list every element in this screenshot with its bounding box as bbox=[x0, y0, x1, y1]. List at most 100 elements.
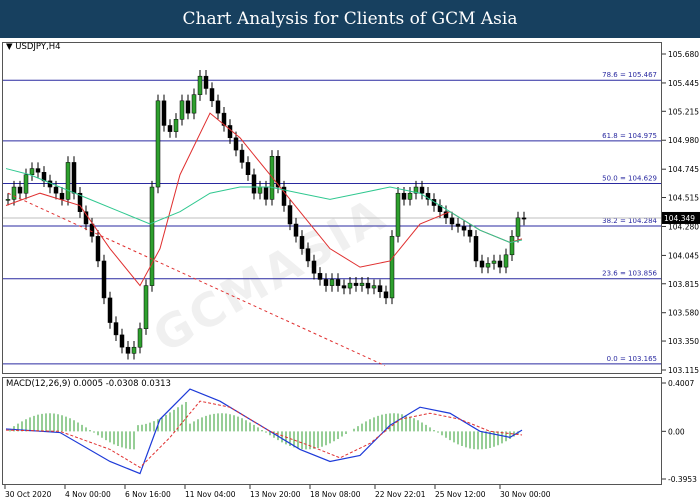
macd-axis-label: 0.4007 bbox=[668, 379, 694, 388]
candle-body bbox=[347, 282, 353, 289]
candle-body bbox=[173, 119, 179, 132]
candle-body bbox=[59, 192, 65, 200]
candle-body bbox=[209, 88, 215, 102]
candle-body bbox=[371, 285, 377, 289]
candle-body bbox=[53, 186, 59, 194]
time-axis-label: 22 Nov 22:01 bbox=[375, 490, 426, 499]
candle-body bbox=[227, 125, 233, 139]
price-axis-label: 103.350 bbox=[668, 337, 699, 346]
page-title-bar: Chart Analysis for Clients of GCM Asia bbox=[0, 0, 700, 38]
candle-body bbox=[197, 75, 203, 95]
candle-body bbox=[149, 186, 155, 286]
candle-body bbox=[299, 236, 305, 249]
candle-body bbox=[317, 273, 323, 280]
price-axis-label: 103.115 bbox=[668, 366, 699, 375]
candle-body bbox=[329, 279, 335, 286]
time-axis-label: 13 Nov 20:00 bbox=[250, 490, 301, 499]
candle-body bbox=[341, 285, 347, 289]
candle-body bbox=[335, 279, 341, 286]
time-axis-label: 11 Nov 04:00 bbox=[185, 490, 236, 499]
macd-main-line bbox=[5, 388, 523, 475]
current-price-text: 104.349 bbox=[664, 214, 695, 223]
price-axis-label: 103.815 bbox=[668, 280, 699, 289]
candle-body bbox=[65, 162, 71, 200]
price-axis-label: 104.745 bbox=[668, 165, 699, 174]
candle-body bbox=[473, 236, 479, 262]
candle-body bbox=[167, 125, 173, 132]
candle-body bbox=[143, 285, 149, 329]
trend-line bbox=[7, 192, 386, 367]
candle-body bbox=[17, 186, 23, 194]
candle-body bbox=[107, 297, 113, 323]
candle-body bbox=[353, 282, 359, 286]
fib-level-label: 23.6 = 103.856 bbox=[602, 270, 657, 278]
macd-signal-line bbox=[5, 400, 523, 469]
candle-body bbox=[29, 168, 35, 175]
price-axis-label: 103.580 bbox=[668, 309, 699, 318]
candle-body bbox=[23, 174, 29, 194]
candle-body bbox=[395, 192, 401, 237]
fib-level-label: 78.6 = 105.467 bbox=[602, 71, 657, 79]
fib-level-label: 50.0 = 104.629 bbox=[602, 174, 657, 182]
candle-body bbox=[113, 322, 119, 336]
candle-body bbox=[125, 346, 131, 354]
candle-body bbox=[101, 260, 107, 299]
candle-body bbox=[407, 192, 413, 200]
candle-body bbox=[137, 328, 143, 348]
candle-body bbox=[95, 236, 101, 262]
candle-body bbox=[239, 149, 245, 163]
candle-body bbox=[365, 282, 371, 289]
candle-body bbox=[89, 223, 95, 237]
price-axis-label: 104.980 bbox=[668, 136, 699, 145]
candle-body bbox=[311, 260, 317, 274]
candle-body bbox=[245, 162, 251, 175]
time-axis-label: 18 Nov 08:00 bbox=[310, 490, 361, 499]
time-axis-label: 6 Nov 16:00 bbox=[125, 490, 171, 499]
candle-body bbox=[359, 282, 365, 286]
page-title: Chart Analysis for Clients of GCM Asia bbox=[182, 9, 518, 29]
fib-level-label: 61.8 = 104.975 bbox=[602, 132, 657, 140]
candle-body bbox=[491, 260, 497, 264]
candle-body bbox=[287, 205, 293, 225]
candle-body bbox=[305, 248, 311, 262]
green-moving-average-line bbox=[5, 168, 523, 244]
price-chart-svg: 105.680 105.445 105.215 104.980 104.745 104.5… bbox=[3, 50, 700, 499]
candle-body bbox=[215, 100, 221, 114]
fib-level-label: 0.0 = 103.165 bbox=[607, 355, 657, 363]
candle-body bbox=[179, 100, 185, 120]
price-axis-label: 105.680 bbox=[668, 50, 699, 59]
price-axis-label: 104.515 bbox=[668, 194, 699, 203]
candle-body bbox=[185, 100, 191, 114]
price-axis-label: 105.445 bbox=[668, 79, 699, 88]
candle-body bbox=[455, 223, 461, 227]
candle-body bbox=[251, 174, 257, 194]
candle-body bbox=[503, 254, 509, 268]
candle-body bbox=[191, 94, 197, 114]
candle-body bbox=[389, 236, 395, 299]
candle-body bbox=[323, 279, 329, 286]
candle-body bbox=[449, 217, 455, 225]
candle-body bbox=[521, 217, 527, 220]
candle-body bbox=[467, 229, 473, 237]
candle-body bbox=[119, 334, 125, 348]
chart-area[interactable]: ▼ USDJPY,H4 MACD(12,26,9) 0.0005 -0.0308… bbox=[0, 38, 700, 500]
candle-body bbox=[233, 137, 239, 151]
macd-axis-label: 0.00 bbox=[668, 427, 685, 436]
candle-body bbox=[485, 263, 491, 268]
candle-body bbox=[257, 186, 263, 194]
candle-body bbox=[293, 223, 299, 237]
time-axis-label: 4 Nov 00:00 bbox=[65, 490, 111, 499]
candle-body bbox=[497, 260, 503, 268]
candle-body bbox=[479, 260, 485, 268]
candle-body bbox=[515, 217, 521, 237]
candle-body bbox=[419, 186, 425, 194]
price-axis-label: 105.215 bbox=[668, 107, 699, 116]
candle-body bbox=[71, 162, 77, 194]
time-axis-label: 25 Nov 12:00 bbox=[435, 490, 486, 499]
candle-body bbox=[383, 291, 389, 299]
candle-body bbox=[11, 186, 17, 200]
time-axis-label: 30 Nov 00:00 bbox=[500, 490, 551, 499]
price-axis-label: 104.045 bbox=[668, 251, 699, 260]
candle-body bbox=[263, 186, 269, 200]
candle-body bbox=[155, 100, 161, 188]
